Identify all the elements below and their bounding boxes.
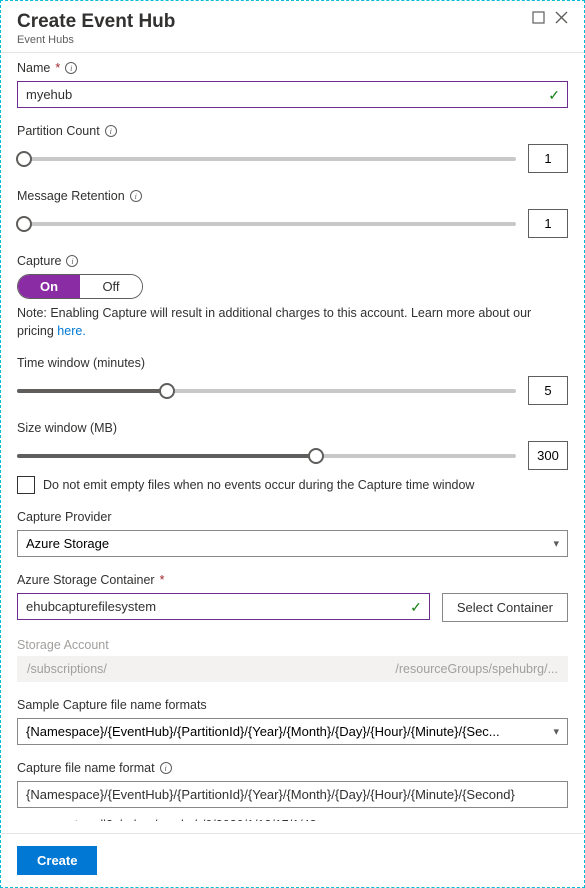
storage-account-value: /subscriptions//resourceGroups/spehubrg/… [17, 656, 568, 682]
info-icon[interactable]: i [160, 762, 172, 774]
partition-label: Partition Counti [17, 124, 568, 138]
panel-title: Create Event Hub [17, 11, 175, 33]
create-button[interactable]: Create [17, 846, 97, 875]
name-section: Name*i ✓ [17, 61, 568, 108]
retention-slider[interactable] [17, 214, 516, 234]
empty-files-checkbox[interactable] [17, 476, 35, 494]
retention-section: Message Retentioni 1 [17, 189, 568, 238]
maximize-icon[interactable] [532, 11, 545, 27]
info-icon[interactable]: i [66, 255, 78, 267]
close-icon[interactable] [555, 11, 568, 27]
checkmark-icon: ✓ [410, 599, 422, 616]
chevron-down-icon: ▾ [553, 725, 559, 738]
provider-select[interactable]: Azure Storage▾ [17, 530, 568, 557]
retention-label: Message Retentioni [17, 189, 568, 203]
size-window-section: Size window (MB) 300 Do not emit empty f… [17, 421, 568, 494]
info-icon[interactable]: i [65, 62, 77, 74]
storage-account-section: Storage Account /subscriptions//resource… [17, 638, 568, 682]
panel-subtitle: Event Hubs [17, 34, 175, 46]
pricing-link[interactable]: here. [57, 324, 86, 338]
name-input[interactable] [17, 81, 568, 108]
size-window-value[interactable]: 300 [528, 441, 568, 470]
file-format-example: e.g. spcapturedl2ehubns/myehub/0/2020/1/… [17, 818, 568, 821]
panel-header: Create Event Hub Event Hubs [1, 1, 584, 53]
checkmark-icon: ✓ [548, 87, 560, 104]
size-window-slider[interactable] [17, 446, 516, 466]
container-label: Azure Storage Container * [17, 573, 568, 587]
capture-note: Note: Enabling Capture will result in ad… [17, 305, 568, 340]
sample-format-label: Sample Capture file name formats [17, 698, 568, 712]
time-window-section: Time window (minutes) 5 [17, 356, 568, 405]
time-window-label: Time window (minutes) [17, 356, 568, 370]
container-section: Azure Storage Container * ✓ Select Conta… [17, 573, 568, 622]
file-format-section: Capture file name formati e.g. spcapture… [17, 761, 568, 821]
panel-footer: Create [1, 833, 584, 887]
toggle-on[interactable]: On [18, 275, 80, 298]
sample-format-section: Sample Capture file name formats {Namesp… [17, 698, 568, 745]
name-label: Name*i [17, 61, 568, 75]
select-container-button[interactable]: Select Container [442, 593, 568, 622]
panel-body: Name*i ✓ Partition Counti 1 Message Rete… [1, 53, 584, 821]
size-window-label: Size window (MB) [17, 421, 568, 435]
capture-label: Capturei [17, 254, 568, 268]
info-icon[interactable]: i [105, 125, 117, 137]
sample-format-select[interactable]: {Namespace}/{EventHub}/{PartitionId}/{Ye… [17, 718, 568, 745]
capture-section: Capturei On Off Note: Enabling Capture w… [17, 254, 568, 340]
storage-account-label: Storage Account [17, 638, 568, 652]
provider-label: Capture Provider [17, 510, 568, 524]
partition-value[interactable]: 1 [528, 144, 568, 173]
time-window-slider[interactable] [17, 381, 516, 401]
container-input[interactable] [17, 593, 430, 620]
provider-section: Capture Provider Azure Storage▾ [17, 510, 568, 557]
toggle-off[interactable]: Off [80, 275, 142, 298]
retention-value[interactable]: 1 [528, 209, 568, 238]
partition-slider[interactable] [17, 149, 516, 169]
partition-section: Partition Counti 1 [17, 124, 568, 173]
capture-toggle[interactable]: On Off [17, 274, 143, 299]
time-window-value[interactable]: 5 [528, 376, 568, 405]
chevron-down-icon: ▾ [553, 537, 559, 550]
info-icon[interactable]: i [130, 190, 142, 202]
file-format-input[interactable] [17, 781, 568, 808]
file-format-label: Capture file name formati [17, 761, 568, 775]
empty-files-label: Do not emit empty files when no events o… [43, 478, 474, 492]
